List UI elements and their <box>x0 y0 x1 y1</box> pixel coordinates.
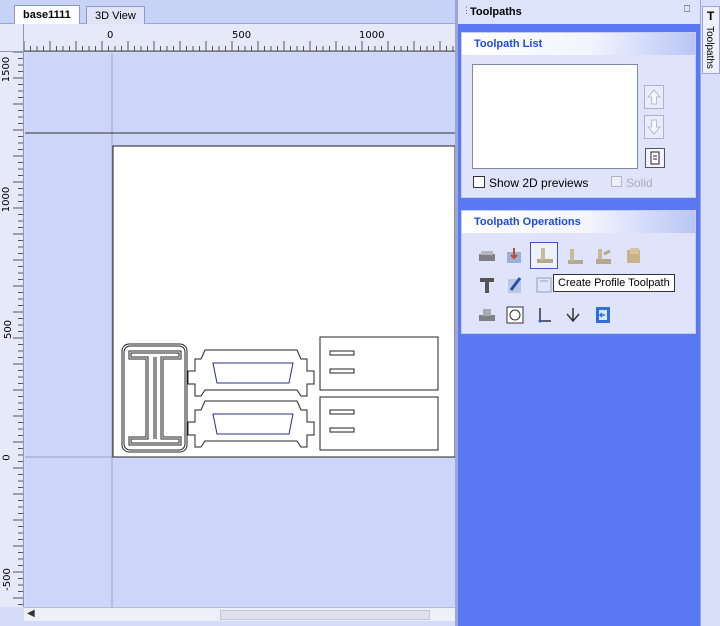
toolpath-list-group: Toolpath List Show 2D previews Solid <box>461 32 696 198</box>
toolpath-list-header: Toolpath List <box>462 33 695 55</box>
horizontal-ruler: 0 500 1000 <box>24 24 455 52</box>
toolpath-operations-header: Toolpath Operations <box>462 211 695 233</box>
horizontal-scrollbar[interactable]: ◀ <box>24 607 455 621</box>
document-tab-bar: base1111 3D View <box>0 0 455 25</box>
toolpaths-t-icon: T <box>707 9 715 23</box>
material-sheet <box>112 145 455 458</box>
ruler-label-1500: 1500 <box>1 56 13 83</box>
collapsed-side-tab-strip: T Toolpaths <box>700 0 720 626</box>
arrow-up-icon <box>646 89 662 105</box>
calculator-icon <box>650 151 660 165</box>
toolpath-operations-group: Toolpath Operations Create Profile Toolp… <box>461 210 696 334</box>
ruler-label-0: 0 <box>107 30 114 41</box>
solid-label: Solid <box>626 176 653 190</box>
show-2d-previews-checkbox[interactable] <box>473 176 485 188</box>
panel-title: Toolpaths <box>470 6 522 18</box>
fork-icon[interactable] <box>563 305 583 325</box>
ruler-label-500v: 500 <box>3 319 15 340</box>
solid-checkbox[interactable] <box>611 176 622 187</box>
profile-toolpath-button[interactable] <box>530 242 558 269</box>
toolpath-list-box[interactable] <box>472 64 638 169</box>
horizontal-scroll-thumb[interactable] <box>220 610 430 620</box>
machine-icon[interactable] <box>477 305 497 325</box>
pin-icon[interactable]: ⎕ <box>684 4 690 15</box>
fluting-icon[interactable] <box>534 275 554 295</box>
vertical-ruler: 1500 1000 500 0 -500 <box>0 52 24 607</box>
move-down-button[interactable] <box>644 115 664 139</box>
ruler-label-1000v: 1000 <box>1 186 13 213</box>
arrow-down-icon <box>646 119 662 135</box>
ruler-label-1000: 1000 <box>359 30 385 41</box>
edit-icon[interactable] <box>505 275 525 295</box>
toolpath-summary-button[interactable] <box>645 148 665 168</box>
tab-base1111[interactable]: base1111 <box>14 5 80 25</box>
vcarve-icon[interactable] <box>565 246 585 266</box>
drill-icon[interactable] <box>477 246 497 266</box>
side-tab-toolpaths[interactable]: T Toolpaths <box>702 6 720 74</box>
pocket-icon[interactable] <box>505 246 525 266</box>
ruler-label-minus500: -500 <box>1 568 13 591</box>
create-profile-tooltip: Create Profile Toolpath <box>553 274 675 292</box>
text-icon[interactable] <box>477 275 497 295</box>
side-tab-label: Toolpaths <box>703 26 715 69</box>
show-2d-previews-label: Show 2D previews <box>489 176 589 190</box>
toolpaths-panel-header: ⋮ Toolpaths ⎕ <box>458 0 700 24</box>
tab-3d-view[interactable]: 3D View <box>86 6 145 25</box>
exit-icon[interactable] <box>593 305 613 325</box>
ruler-corner <box>0 24 24 52</box>
move-up-button[interactable] <box>644 85 664 109</box>
chamfer-icon[interactable] <box>593 246 613 266</box>
drawing-canvas[interactable] <box>25 53 455 607</box>
anchor-icon[interactable] <box>534 305 554 325</box>
ruler-label-500: 500 <box>232 30 252 41</box>
scroll-left-arrow-icon[interactable]: ◀ <box>27 608 35 619</box>
profile-icon <box>537 248 553 263</box>
merge-icon[interactable] <box>505 305 525 325</box>
ruler-label-0v: 0 <box>1 454 13 461</box>
texture-icon[interactable] <box>623 246 643 266</box>
